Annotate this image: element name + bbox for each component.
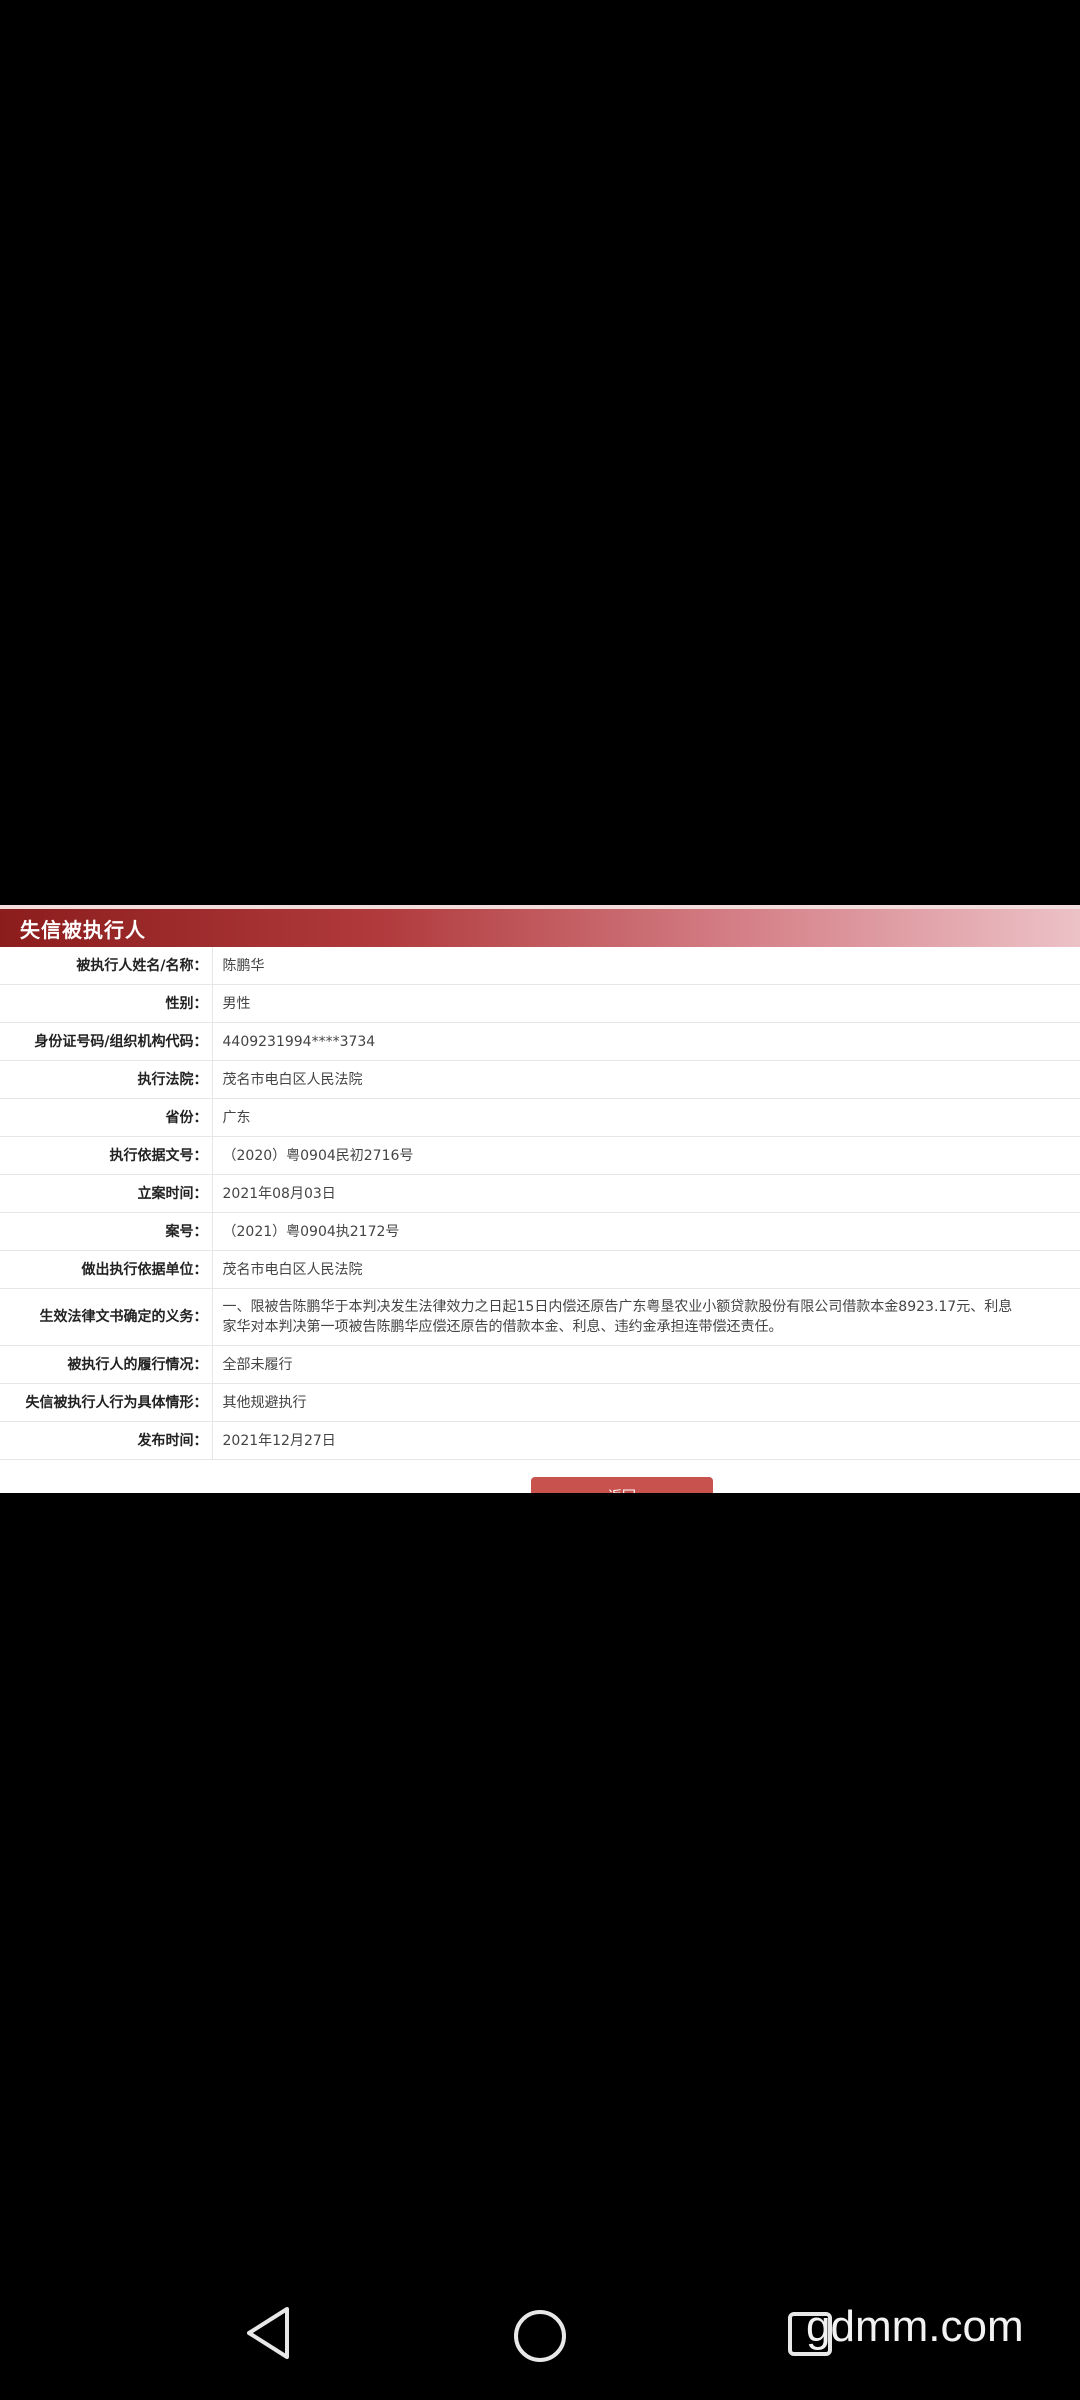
field-value-performance: 全部未履行 bbox=[212, 1345, 1080, 1384]
field-value-filing-date: 2021年08月03日 bbox=[212, 1174, 1080, 1213]
field-value-id: 4409231994****3734 bbox=[212, 1022, 1080, 1061]
field-value-basis-doc: （2020）粤0904民初2716号 bbox=[212, 1136, 1080, 1175]
dishonest-debtor-panel: 失信被执行人 被执行人姓名/名称： 陈鹏华 性别： 男性 身份证号码/组织机构代… bbox=[0, 905, 1080, 1493]
info-row-name: 被执行人姓名/名称： 陈鹏华 bbox=[0, 947, 1080, 985]
site-watermark: gdmm.com bbox=[806, 2302, 1024, 2351]
info-row-court: 执行法院： 茂名市电白区人民法院 bbox=[0, 1060, 1080, 1099]
back-triangle-icon[interactable] bbox=[243, 2305, 293, 2365]
info-row-publish-date: 发布时间： 2021年12月27日 bbox=[0, 1421, 1080, 1460]
field-label: 生效法律文书确定的义务： bbox=[0, 1288, 213, 1346]
field-label: 省份： bbox=[0, 1098, 213, 1137]
info-row-id: 身份证号码/组织机构代码： 4409231994****3734 bbox=[0, 1022, 1080, 1061]
return-button[interactable]: 返回 bbox=[531, 1477, 713, 1493]
field-value-obligation: 一、限被告陈鹏华于本判决发生法律效力之日起15日内偿还原告广东粤垦农业小额贷款股… bbox=[212, 1288, 1080, 1346]
field-value-gender: 男性 bbox=[212, 984, 1080, 1023]
field-label: 做出执行依据单位： bbox=[0, 1250, 213, 1289]
info-row-behavior: 失信被执行人行为具体情形： 其他规避执行 bbox=[0, 1383, 1080, 1422]
field-label: 性别： bbox=[0, 984, 213, 1023]
field-value-behavior: 其他规避执行 bbox=[212, 1383, 1080, 1422]
field-value-province: 广东 bbox=[212, 1098, 1080, 1137]
field-value-publish-date: 2021年12月27日 bbox=[212, 1421, 1080, 1460]
field-label: 发布时间： bbox=[0, 1421, 213, 1460]
info-row-filing-date: 立案时间： 2021年08月03日 bbox=[0, 1174, 1080, 1213]
field-value-case-number: （2021）粤0904执2172号 bbox=[212, 1212, 1080, 1251]
field-label: 案号： bbox=[0, 1212, 213, 1251]
info-row-gender: 性别： 男性 bbox=[0, 984, 1080, 1023]
field-value-name: 陈鹏华 bbox=[212, 947, 1080, 985]
info-row-performance: 被执行人的履行情况： 全部未履行 bbox=[0, 1345, 1080, 1384]
field-label: 执行法院： bbox=[0, 1060, 213, 1099]
info-row-issuing-unit: 做出执行依据单位： 茂名市电白区人民法院 bbox=[0, 1250, 1080, 1289]
field-label: 被执行人的履行情况： bbox=[0, 1345, 213, 1384]
panel-title: 失信被执行人 bbox=[20, 918, 146, 942]
info-row-obligation: 生效法律文书确定的义务： 一、限被告陈鹏华于本判决发生法律效力之日起15日内偿还… bbox=[0, 1288, 1080, 1346]
field-label: 立案时间： bbox=[0, 1174, 213, 1213]
info-row-basis-doc: 执行依据文号： （2020）粤0904民初2716号 bbox=[0, 1136, 1080, 1175]
field-value-issuing-unit: 茂名市电白区人民法院 bbox=[212, 1250, 1080, 1289]
field-label: 失信被执行人行为具体情形： bbox=[0, 1383, 213, 1422]
obligation-line-1: 一、限被告陈鹏华于本判决发生法律效力之日起15日内偿还原告广东粤垦农业小额贷款股… bbox=[222, 1299, 1013, 1315]
field-label: 执行依据文号： bbox=[0, 1136, 213, 1175]
field-label: 被执行人姓名/名称： bbox=[0, 947, 213, 985]
panel-header: 失信被执行人 bbox=[0, 905, 1080, 947]
obligation-line-2: 家华对本判决第一项被告陈鹏华应偿还原告的借款本金、利息、违约金承担连带偿还责任。 bbox=[222, 1319, 783, 1335]
field-label: 身份证号码/组织机构代码： bbox=[0, 1022, 213, 1061]
field-value-court: 茂名市电白区人民法院 bbox=[212, 1060, 1080, 1099]
info-row-case-number: 案号： （2021）粤0904执2172号 bbox=[0, 1212, 1080, 1251]
debtor-info-table: 被执行人姓名/名称： 陈鹏华 性别： 男性 身份证号码/组织机构代码： 4409… bbox=[0, 947, 1080, 1460]
info-row-province: 省份： 广东 bbox=[0, 1098, 1080, 1137]
home-circle-icon[interactable] bbox=[512, 2308, 568, 2368]
